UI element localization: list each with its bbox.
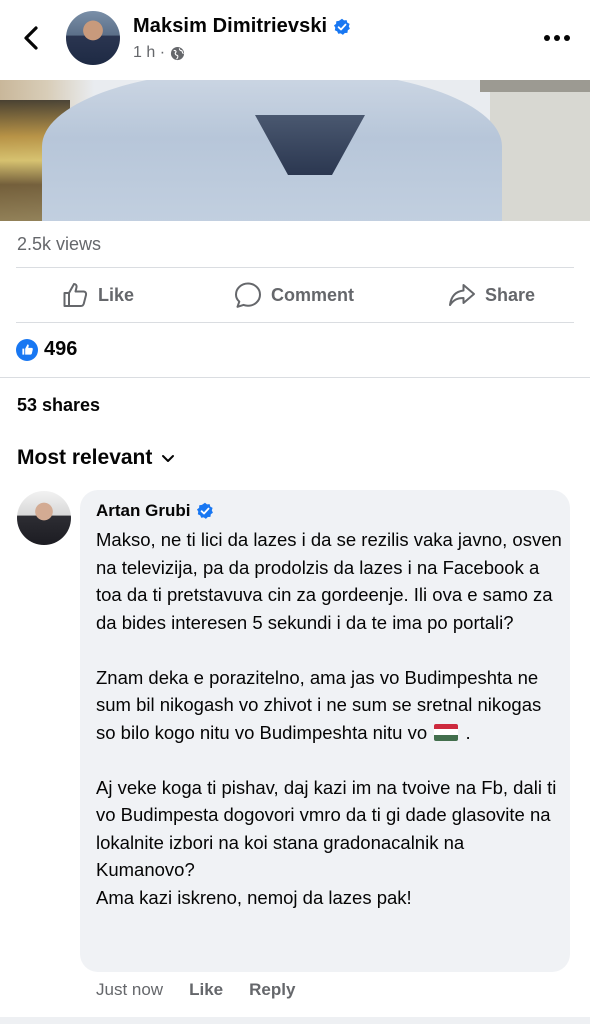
comment-author[interactable]: Artan Grubi	[96, 501, 190, 521]
more-options-icon[interactable]	[544, 28, 570, 48]
sort-label: Most relevant	[17, 446, 153, 469]
comment-button[interactable]: Comment	[233, 268, 354, 322]
comment-paragraph: Znam deka e porazitelno, ama jas vo Budi…	[96, 664, 564, 747]
comment-paragraph-text: Znam deka e porazitelno, ama jas vo Budi…	[96, 666, 542, 743]
comment-paragraph: Makso, ne ti lici da lazes i da se rezil…	[96, 529, 562, 633]
post-header: Maksim Dimitrievski 1 h ·	[0, 0, 590, 80]
share-count[interactable]: 53 shares	[17, 395, 100, 416]
comment-reply-button[interactable]: Reply	[249, 980, 295, 1000]
divider	[0, 377, 590, 378]
comment-sort-dropdown[interactable]: Most relevant	[17, 446, 176, 470]
chevron-down-icon	[162, 455, 175, 462]
comment-time: Just now	[96, 980, 164, 999]
comment-text: Makso, ne ti lici da lazes i da se rezil…	[96, 526, 564, 911]
comment-line: Ama kazi iskreno, nemoj da lazes pak!	[96, 886, 412, 908]
hungary-flag-icon	[434, 723, 459, 741]
like-label: Like	[98, 284, 135, 305]
verified-badge-icon	[197, 502, 214, 519]
share-arrow-icon	[449, 284, 475, 306]
reaction-summary[interactable]: 496	[16, 338, 77, 361]
reaction-count: 496	[44, 338, 78, 360]
comment-paragraph-end: .	[465, 721, 471, 743]
comment-line: Aj veke koga ti pishav, daj kazi im na t…	[96, 776, 557, 881]
action-bar: Like Comment Share	[0, 268, 590, 322]
author-avatar[interactable]	[66, 11, 120, 65]
like-reaction-icon	[16, 338, 38, 361]
share-button[interactable]: Share	[447, 268, 535, 322]
comment-footer: Just now Like Reply	[96, 980, 295, 1000]
view-count: 2.5k views	[17, 234, 102, 254]
share-label: Share	[485, 284, 536, 305]
comment-label: Comment	[271, 284, 355, 305]
back-arrow-icon[interactable]	[18, 24, 46, 52]
divider	[16, 322, 574, 323]
verified-badge-icon	[334, 18, 351, 35]
thumbs-up-icon	[63, 283, 88, 307]
post-time[interactable]: 1 h ·	[133, 44, 165, 62]
post-meta: 1 h ·	[133, 44, 185, 62]
comment-like-button[interactable]: Like	[189, 980, 223, 1000]
comment-icon	[235, 282, 261, 308]
bottom-divider	[0, 1017, 590, 1024]
post-video[interactable]	[0, 80, 590, 221]
commenter-avatar[interactable]	[17, 491, 71, 545]
author-row: Maksim Dimitrievski	[133, 15, 351, 38]
comment-paragraph: Aj veke koga ti pishav, daj kazi im na t…	[96, 774, 564, 912]
globe-icon	[170, 46, 185, 60]
comment-author-row: Artan Grubi	[96, 501, 214, 521]
author-name[interactable]: Maksim Dimitrievski	[133, 15, 327, 38]
like-button[interactable]: Like	[60, 268, 134, 322]
